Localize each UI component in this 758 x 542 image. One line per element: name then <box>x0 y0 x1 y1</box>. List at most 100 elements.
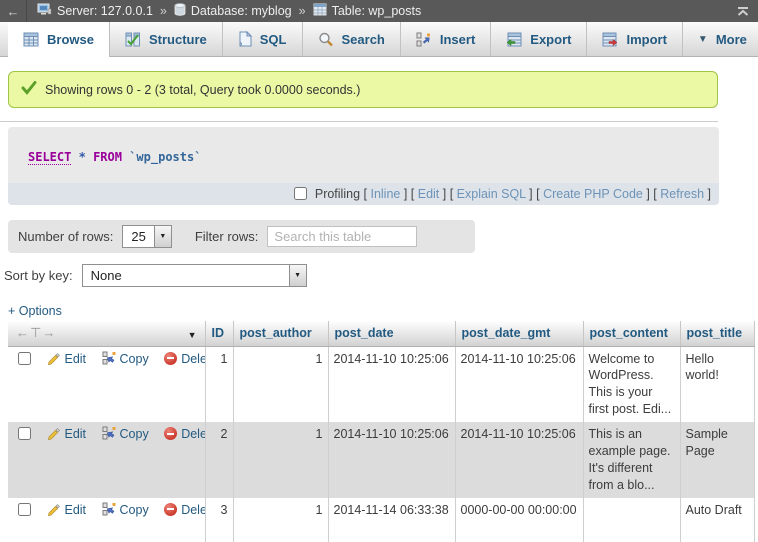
filter-rows-input[interactable] <box>267 226 417 247</box>
delete-row-link[interactable]: Delete <box>181 352 205 366</box>
status-message: Showing rows 0 - 2 (3 total, Query took … <box>8 71 718 108</box>
breadcrumb-database-label: Database: myblog <box>191 4 292 18</box>
bracket: ] <box>704 187 711 201</box>
search-icon <box>318 32 334 47</box>
cell-post-date: 2014-11-10 10:25:06 <box>328 422 455 498</box>
table-icon <box>313 3 327 19</box>
cell-id: 1 <box>205 346 233 422</box>
chevron-down-icon: ▼ <box>289 265 306 286</box>
cell-post-content: Welcome to WordPress. This is your first… <box>583 346 680 422</box>
row-actions-cell: Edit Copy Delete <box>8 346 205 422</box>
status-message-text: Showing rows 0 - 2 (3 total, Query took … <box>45 83 360 97</box>
tab-insert[interactable]: Insert <box>401 22 491 56</box>
sort-row: Sort by key: None ▼ <box>4 264 758 287</box>
cell-post-date-gmt: 0000-00-00 00:00:00 <box>455 498 583 542</box>
breadcrumb-separator: » <box>299 4 306 18</box>
column-header-post-date[interactable]: post_date <box>328 321 455 346</box>
breadcrumb-separator: » <box>160 4 167 18</box>
delete-row-link[interactable]: Delete <box>181 503 205 517</box>
breadcrumb-server[interactable]: Server: 127.0.0.1 <box>37 3 153 19</box>
explain-sql-link[interactable]: Explain SQL <box>457 187 526 201</box>
cell-post-title: Auto Draft <box>680 498 754 542</box>
edit-row-link[interactable]: Edit <box>64 427 86 441</box>
tab-browse-label: Browse <box>47 32 94 47</box>
pencil-icon <box>46 502 60 521</box>
cell-post-content: This is an example page. It's different … <box>583 422 680 498</box>
tab-export[interactable]: Export <box>491 22 587 56</box>
table-row: Edit Copy Delete 1 1 2014-11-10 10:25:06… <box>8 346 754 422</box>
number-of-rows-select[interactable]: 25 ▼ <box>122 225 171 248</box>
sql-table-identifier: `wp_posts` <box>129 150 201 164</box>
sql-keyword-from: FROM <box>93 150 122 164</box>
tab-search[interactable]: Search <box>303 22 401 56</box>
tab-import-label: Import <box>626 32 666 47</box>
cell-post-date: 2014-11-10 10:25:06 <box>328 346 455 422</box>
refresh-link[interactable]: Refresh <box>660 187 704 201</box>
copy-row-link[interactable]: Copy <box>120 427 149 441</box>
cell-post-date-gmt: 2014-11-10 10:25:06 <box>455 346 583 422</box>
cell-id: 2 <box>205 422 233 498</box>
breadcrumb-table[interactable]: Table: wp_posts <box>313 3 422 19</box>
column-move-arrows-icon[interactable]: ←⊤→ <box>16 325 56 340</box>
edit-query-link[interactable]: Edit <box>418 187 440 201</box>
row-actions-cell: Edit Copy Delete <box>8 422 205 498</box>
cell-post-author: 1 <box>233 498 328 542</box>
collapse-console-icon[interactable] <box>736 6 750 17</box>
number-of-rows-label: Number of rows: <box>18 229 113 244</box>
table-body: Edit Copy Delete 1 1 2014-11-10 10:25:06… <box>8 346 754 542</box>
row-checkbox[interactable] <box>18 503 31 516</box>
tab-more[interactable]: ▼ More <box>683 22 758 56</box>
row-checkbox[interactable] <box>18 427 31 440</box>
column-header-post-author[interactable]: post_author <box>233 321 328 346</box>
copy-row-link[interactable]: Copy <box>120 352 149 366</box>
tab-browse[interactable]: Browse <box>8 22 110 57</box>
sql-keyword-select[interactable]: SELECT <box>28 150 71 165</box>
column-options-toggle-icon[interactable]: ▼ <box>188 330 197 340</box>
options-toggle-link[interactable]: + Options <box>8 304 62 318</box>
delete-row-link[interactable]: Delete <box>181 427 205 441</box>
insert-icon <box>416 32 432 47</box>
back-button[interactable]: ← <box>0 0 27 22</box>
database-icon <box>174 3 186 19</box>
table-row: Edit Copy Delete 3 1 2014-11-14 06:33:38… <box>8 498 754 542</box>
structure-icon <box>125 32 141 47</box>
breadcrumb-table-label: Table: wp_posts <box>332 4 422 18</box>
pencil-icon <box>46 351 60 370</box>
copy-icon <box>102 502 116 521</box>
profiling-label: Profiling <box>315 187 360 201</box>
bracket: ] [ <box>400 187 417 201</box>
chevron-down-icon: ▼ <box>698 34 708 45</box>
server-icon <box>37 3 52 19</box>
delete-icon <box>164 352 177 365</box>
number-of-rows-value: 25 <box>123 226 153 247</box>
column-header-post-title[interactable]: post_title <box>680 321 754 346</box>
edit-row-link[interactable]: Edit <box>64 352 86 366</box>
breadcrumb-bar: ← Server: 127.0.0.1 » Database: myblog »… <box>0 0 758 22</box>
bracket: ] [ <box>526 187 543 201</box>
table-header-row: ←⊤→ ▼ ID post_author post_date post_date… <box>8 321 754 346</box>
column-header-id[interactable]: ID <box>205 321 233 346</box>
sql-query-text: SELECT * FROM `wp_posts` <box>8 127 719 183</box>
tab-more-label: More <box>716 32 747 47</box>
pencil-icon <box>46 426 60 445</box>
profiling-checkbox[interactable] <box>294 187 307 200</box>
cell-post-date: 2014-11-14 06:33:38 <box>328 498 455 542</box>
copy-icon <box>102 351 116 370</box>
create-php-code-link[interactable]: Create PHP Code <box>543 187 643 201</box>
tab-sql[interactable]: SQL <box>223 22 303 56</box>
column-header-post-date-gmt[interactable]: post_date_gmt <box>455 321 583 346</box>
main-tabs: Browse Structure SQL Search Insert Expor… <box>0 22 758 57</box>
row-checkbox[interactable] <box>18 352 31 365</box>
column-header-post-content[interactable]: post_content <box>583 321 680 346</box>
edit-row-link[interactable]: Edit <box>64 503 86 517</box>
copy-row-link[interactable]: Copy <box>120 503 149 517</box>
inline-link[interactable]: Inline <box>370 187 400 201</box>
tab-import[interactable]: Import <box>587 22 682 56</box>
bracket: ] [ <box>643 187 660 201</box>
sort-by-key-label: Sort by key: <box>4 268 73 283</box>
cell-post-author: 1 <box>233 422 328 498</box>
sort-by-key-select[interactable]: None ▼ <box>82 264 307 287</box>
breadcrumb-database[interactable]: Database: myblog <box>174 3 292 19</box>
tab-structure[interactable]: Structure <box>110 22 223 56</box>
tab-export-label: Export <box>530 32 571 47</box>
